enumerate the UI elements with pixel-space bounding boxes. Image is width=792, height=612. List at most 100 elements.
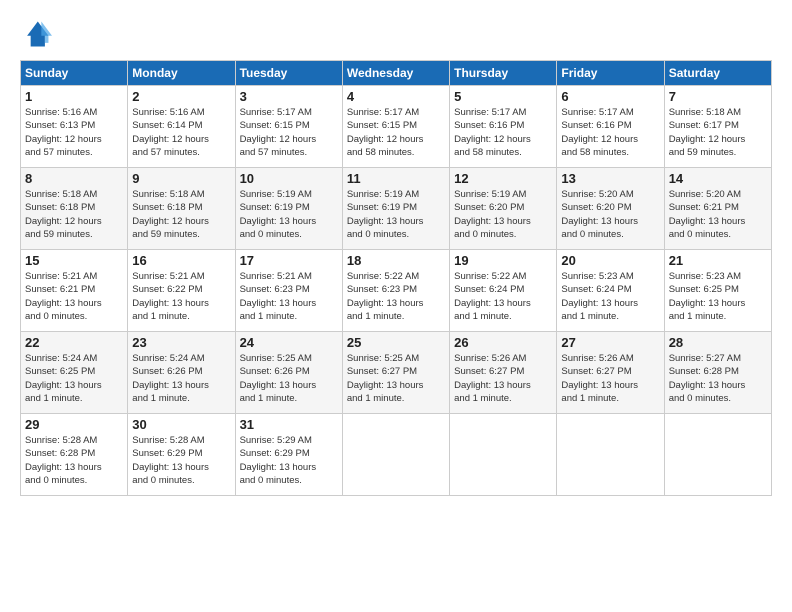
- calendar-day-cell: 26 Sunrise: 5:26 AM Sunset: 6:27 PM Dayli…: [450, 332, 557, 414]
- day-number: 13: [561, 171, 659, 186]
- day-info: Sunrise: 5:26 AM Sunset: 6:27 PM Dayligh…: [454, 352, 552, 405]
- day-number: 25: [347, 335, 445, 350]
- day-number: 15: [25, 253, 123, 268]
- day-number: 18: [347, 253, 445, 268]
- calendar-day-cell: 2 Sunrise: 5:16 AM Sunset: 6:14 PM Daylig…: [128, 86, 235, 168]
- calendar-day-cell: 3 Sunrise: 5:17 AM Sunset: 6:15 PM Daylig…: [235, 86, 342, 168]
- day-info: Sunrise: 5:16 AM Sunset: 6:14 PM Dayligh…: [132, 106, 230, 159]
- calendar-day-cell: 16 Sunrise: 5:21 AM Sunset: 6:22 PM Dayli…: [128, 250, 235, 332]
- calendar-day-cell: 29Sunrise: 5:28 AM Sunset: 6:28 PM Dayli…: [21, 414, 128, 496]
- day-info: Sunrise: 5:24 AM Sunset: 6:26 PM Dayligh…: [132, 352, 230, 405]
- day-of-week-header: Friday: [557, 61, 664, 86]
- day-of-week-header: Thursday: [450, 61, 557, 86]
- calendar-week-row: 15 Sunrise: 5:21 AM Sunset: 6:21 PM Dayli…: [21, 250, 772, 332]
- day-info: Sunrise: 5:25 AM Sunset: 6:27 PM Dayligh…: [347, 352, 445, 405]
- day-number: 27: [561, 335, 659, 350]
- calendar-day-cell: 18Sunrise: 5:22 AM Sunset: 6:23 PM Dayli…: [342, 250, 449, 332]
- calendar-day-cell: [342, 414, 449, 496]
- day-number: 16: [132, 253, 230, 268]
- day-number: 7: [669, 89, 767, 104]
- calendar-day-cell: 22 Sunrise: 5:24 AM Sunset: 6:25 PM Dayli…: [21, 332, 128, 414]
- day-of-week-header: Sunday: [21, 61, 128, 86]
- calendar-day-cell: 24Sunrise: 5:25 AM Sunset: 6:26 PM Dayli…: [235, 332, 342, 414]
- day-number: 14: [669, 171, 767, 186]
- calendar-day-cell: [557, 414, 664, 496]
- day-number: 22: [25, 335, 123, 350]
- day-of-week-header: Tuesday: [235, 61, 342, 86]
- logo: [20, 18, 56, 50]
- day-info: Sunrise: 5:17 AM Sunset: 6:15 PM Dayligh…: [347, 106, 445, 159]
- day-number: 26: [454, 335, 552, 350]
- day-info: Sunrise: 5:17 AM Sunset: 6:16 PM Dayligh…: [561, 106, 659, 159]
- calendar-day-cell: 25 Sunrise: 5:25 AM Sunset: 6:27 PM Dayli…: [342, 332, 449, 414]
- calendar-week-row: 29Sunrise: 5:28 AM Sunset: 6:28 PM Dayli…: [21, 414, 772, 496]
- day-info: Sunrise: 5:18 AM Sunset: 6:17 PM Dayligh…: [669, 106, 767, 159]
- calendar-day-cell: 28 Sunrise: 5:27 AM Sunset: 6:28 PM Dayli…: [664, 332, 771, 414]
- day-info: Sunrise: 5:23 AM Sunset: 6:24 PM Dayligh…: [561, 270, 659, 323]
- day-info: Sunrise: 5:17 AM Sunset: 6:16 PM Dayligh…: [454, 106, 552, 159]
- day-info: Sunrise: 5:24 AM Sunset: 6:25 PM Dayligh…: [25, 352, 123, 405]
- day-info: Sunrise: 5:20 AM Sunset: 6:20 PM Dayligh…: [561, 188, 659, 241]
- calendar-body: 1Sunrise: 5:16 AM Sunset: 6:13 PM Daylig…: [21, 86, 772, 496]
- header: [20, 18, 772, 50]
- day-number: 1: [25, 89, 123, 104]
- calendar-day-cell: 9 Sunrise: 5:18 AM Sunset: 6:18 PM Daylig…: [128, 168, 235, 250]
- day-info: Sunrise: 5:17 AM Sunset: 6:15 PM Dayligh…: [240, 106, 338, 159]
- calendar-day-cell: 11 Sunrise: 5:19 AM Sunset: 6:19 PM Dayli…: [342, 168, 449, 250]
- day-info: Sunrise: 5:23 AM Sunset: 6:25 PM Dayligh…: [669, 270, 767, 323]
- calendar-day-cell: [664, 414, 771, 496]
- day-info: Sunrise: 5:18 AM Sunset: 6:18 PM Dayligh…: [132, 188, 230, 241]
- day-number: 21: [669, 253, 767, 268]
- day-number: 20: [561, 253, 659, 268]
- calendar-header: SundayMondayTuesdayWednesdayThursdayFrid…: [21, 61, 772, 86]
- day-info: Sunrise: 5:22 AM Sunset: 6:24 PM Dayligh…: [454, 270, 552, 323]
- day-number: 4: [347, 89, 445, 104]
- day-info: Sunrise: 5:19 AM Sunset: 6:19 PM Dayligh…: [347, 188, 445, 241]
- day-info: Sunrise: 5:25 AM Sunset: 6:26 PM Dayligh…: [240, 352, 338, 405]
- calendar-day-cell: 30Sunrise: 5:28 AM Sunset: 6:29 PM Dayli…: [128, 414, 235, 496]
- day-info: Sunrise: 5:21 AM Sunset: 6:23 PM Dayligh…: [240, 270, 338, 323]
- day-number: 12: [454, 171, 552, 186]
- day-info: Sunrise: 5:27 AM Sunset: 6:28 PM Dayligh…: [669, 352, 767, 405]
- calendar-week-row: 8 Sunrise: 5:18 AM Sunset: 6:18 PM Daylig…: [21, 168, 772, 250]
- calendar-week-row: 1Sunrise: 5:16 AM Sunset: 6:13 PM Daylig…: [21, 86, 772, 168]
- day-number: 6: [561, 89, 659, 104]
- day-number: 10: [240, 171, 338, 186]
- calendar-day-cell: 5 Sunrise: 5:17 AM Sunset: 6:16 PM Daylig…: [450, 86, 557, 168]
- calendar-week-row: 22 Sunrise: 5:24 AM Sunset: 6:25 PM Dayli…: [21, 332, 772, 414]
- day-number: 8: [25, 171, 123, 186]
- day-of-week-header: Saturday: [664, 61, 771, 86]
- day-info: Sunrise: 5:19 AM Sunset: 6:19 PM Dayligh…: [240, 188, 338, 241]
- day-info: Sunrise: 5:18 AM Sunset: 6:18 PM Dayligh…: [25, 188, 123, 241]
- day-info: Sunrise: 5:29 AM Sunset: 6:29 PM Dayligh…: [240, 434, 338, 487]
- calendar-day-cell: 8 Sunrise: 5:18 AM Sunset: 6:18 PM Daylig…: [21, 168, 128, 250]
- calendar-day-cell: 20 Sunrise: 5:23 AM Sunset: 6:24 PM Dayli…: [557, 250, 664, 332]
- day-info: Sunrise: 5:19 AM Sunset: 6:20 PM Dayligh…: [454, 188, 552, 241]
- day-of-week-header: Monday: [128, 61, 235, 86]
- calendar-day-cell: 12 Sunrise: 5:19 AM Sunset: 6:20 PM Dayli…: [450, 168, 557, 250]
- calendar-day-cell: 7 Sunrise: 5:18 AM Sunset: 6:17 PM Daylig…: [664, 86, 771, 168]
- day-number: 29: [25, 417, 123, 432]
- days-of-week-row: SundayMondayTuesdayWednesdayThursdayFrid…: [21, 61, 772, 86]
- calendar-day-cell: 21 Sunrise: 5:23 AM Sunset: 6:25 PM Dayli…: [664, 250, 771, 332]
- calendar-day-cell: 14Sunrise: 5:20 AM Sunset: 6:21 PM Dayli…: [664, 168, 771, 250]
- day-number: 9: [132, 171, 230, 186]
- day-number: 23: [132, 335, 230, 350]
- day-number: 11: [347, 171, 445, 186]
- calendar-day-cell: 15 Sunrise: 5:21 AM Sunset: 6:21 PM Dayli…: [21, 250, 128, 332]
- day-info: Sunrise: 5:21 AM Sunset: 6:21 PM Dayligh…: [25, 270, 123, 323]
- day-number: 2: [132, 89, 230, 104]
- day-number: 5: [454, 89, 552, 104]
- day-info: Sunrise: 5:26 AM Sunset: 6:27 PM Dayligh…: [561, 352, 659, 405]
- calendar-day-cell: 19Sunrise: 5:22 AM Sunset: 6:24 PM Dayli…: [450, 250, 557, 332]
- calendar-day-cell: [450, 414, 557, 496]
- day-number: 30: [132, 417, 230, 432]
- calendar-day-cell: 1Sunrise: 5:16 AM Sunset: 6:13 PM Daylig…: [21, 86, 128, 168]
- day-number: 3: [240, 89, 338, 104]
- calendar-day-cell: 4 Sunrise: 5:17 AM Sunset: 6:15 PM Daylig…: [342, 86, 449, 168]
- day-number: 17: [240, 253, 338, 268]
- day-number: 28: [669, 335, 767, 350]
- day-info: Sunrise: 5:21 AM Sunset: 6:22 PM Dayligh…: [132, 270, 230, 323]
- calendar-day-cell: 27 Sunrise: 5:26 AM Sunset: 6:27 PM Dayli…: [557, 332, 664, 414]
- day-number: 31: [240, 417, 338, 432]
